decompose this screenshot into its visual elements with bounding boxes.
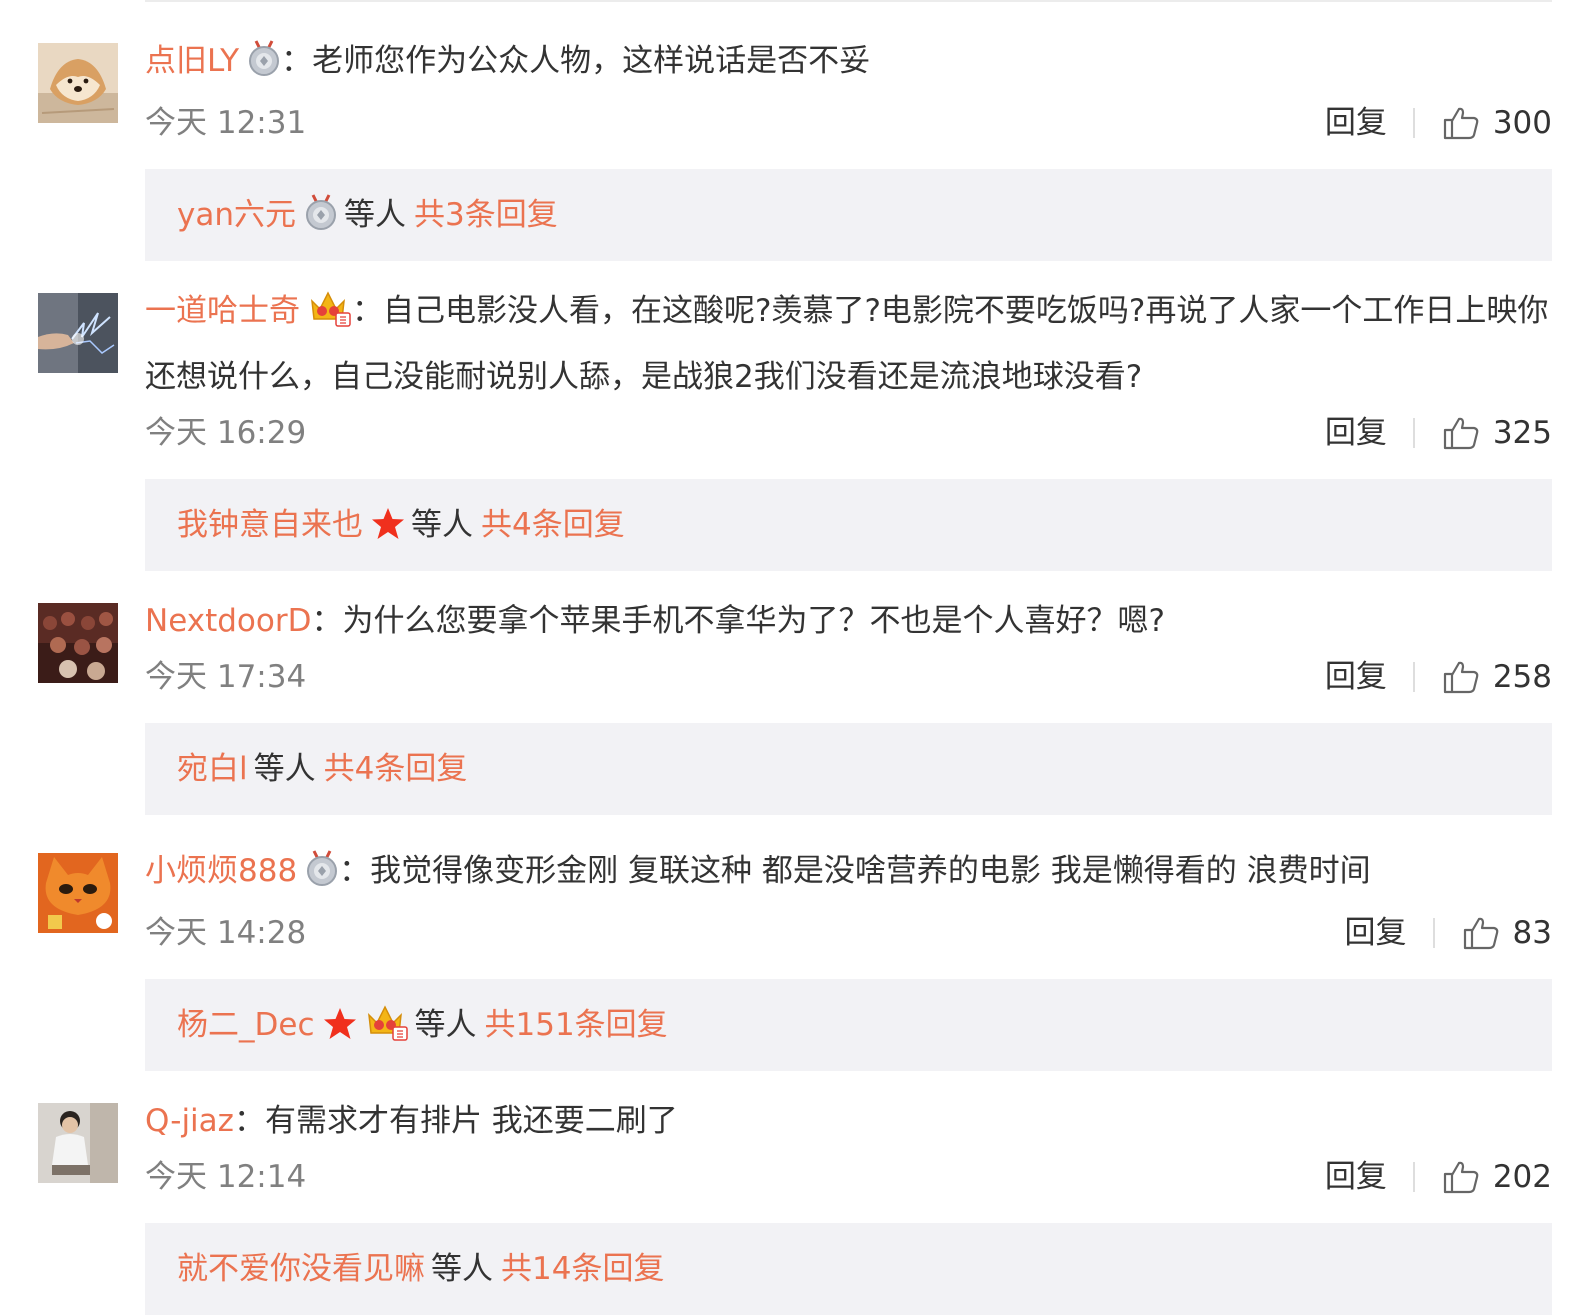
comment-time: 今天 12:31 xyxy=(145,105,307,141)
action-divider xyxy=(1412,662,1415,692)
comment-username[interactable]: NextdoorD xyxy=(145,603,311,639)
reply-count-link[interactable]: 共3条回复 xyxy=(414,197,558,233)
comment-time: 今天 12:14 xyxy=(145,1159,307,1195)
reply-user[interactable]: 宛白l xyxy=(177,751,248,787)
like-button[interactable]: 258 xyxy=(1443,649,1552,705)
reply-summary[interactable]: 宛白l 等人 共4条回复 xyxy=(145,723,1552,815)
like-count: 202 xyxy=(1492,1159,1552,1195)
like-button[interactable]: 325 xyxy=(1443,405,1552,461)
avatar[interactable] xyxy=(38,853,118,933)
thumbs-up-icon xyxy=(1443,1161,1479,1194)
comment-text: 有需求才有排片 我还要二刷了 xyxy=(264,1103,678,1139)
thumbs-up-icon xyxy=(1463,917,1498,950)
reply-button[interactable]: 回复 xyxy=(1325,649,1387,705)
reply-user[interactable]: 杨二_Dec xyxy=(177,1007,315,1043)
avatar[interactable] xyxy=(38,603,118,683)
reply-summary[interactable]: yan六元 等人 共3条回复 xyxy=(145,169,1552,261)
reply-etc-label: 等人 xyxy=(411,507,473,543)
medal-icon[interactable] xyxy=(304,175,338,267)
action-divider xyxy=(1412,108,1415,138)
avatar[interactable] xyxy=(38,1103,118,1183)
comment-time: 今天 16:29 xyxy=(145,415,307,451)
comment-username[interactable]: 一道哈士奇 xyxy=(145,293,300,329)
crown-icon[interactable] xyxy=(365,985,409,1077)
star-icon[interactable] xyxy=(371,485,405,577)
reply-summary[interactable]: 就不爱你没看见嘛 等人 共14条回复 xyxy=(145,1223,1552,1315)
comment-text: 我觉得像变形金刚 复联这种 都是没啥营养的电影 我是懒得看的 浪费时间 xyxy=(370,853,1371,889)
action-divider xyxy=(1412,1162,1415,1192)
reply-etc-label: 等人 xyxy=(431,1251,493,1287)
reply-user[interactable]: yan六元 xyxy=(177,197,296,233)
like-button[interactable]: 202 xyxy=(1443,1149,1552,1205)
comment-text: 老师您作为公众人物，这样说话是否不妥 xyxy=(312,43,871,79)
comment-text: 为什么您要拿个苹果手机不拿华为了？不也是个人喜好？嗯? xyxy=(342,603,1165,639)
crown-icon[interactable] xyxy=(308,287,352,347)
avatar[interactable] xyxy=(38,43,118,123)
comment-username[interactable]: Q-jiaz xyxy=(145,1103,234,1139)
avatar[interactable] xyxy=(38,293,118,373)
reply-etc-label: 等人 xyxy=(414,1007,477,1043)
action-divider xyxy=(1412,418,1415,448)
reply-button[interactable]: 回复 xyxy=(1345,905,1407,961)
thumbs-up-icon xyxy=(1443,417,1479,450)
like-count: 258 xyxy=(1492,659,1552,695)
top-divider xyxy=(145,0,1552,2)
medal-icon[interactable] xyxy=(305,847,339,907)
like-count: 83 xyxy=(1512,915,1552,951)
reply-summary[interactable]: 我钟意自来也 等人 共4条回复 xyxy=(145,479,1552,571)
action-divider xyxy=(1432,918,1435,948)
like-count: 325 xyxy=(1492,415,1552,451)
reply-summary[interactable]: 杨二_Dec 等人 共151条回复 xyxy=(145,979,1552,1071)
reply-user[interactable]: 就不爱你没看见嘛 xyxy=(177,1251,425,1287)
reply-count-link[interactable]: 共151条回复 xyxy=(485,1007,668,1043)
reply-etc-label: 等人 xyxy=(344,197,406,233)
reply-button[interactable]: 回复 xyxy=(1325,1149,1387,1205)
thumbs-up-icon xyxy=(1443,661,1479,694)
like-count: 300 xyxy=(1492,105,1552,141)
comment-time: 今天 14:28 xyxy=(145,915,307,951)
reply-count-link[interactable]: 共14条回复 xyxy=(501,1251,664,1287)
thumbs-up-icon xyxy=(1443,107,1479,140)
reply-count-link[interactable]: 共4条回复 xyxy=(324,751,468,787)
like-button[interactable]: 300 xyxy=(1443,95,1552,151)
star-icon[interactable] xyxy=(323,985,357,1077)
reply-user[interactable]: 我钟意自来也 xyxy=(177,507,363,543)
comment-username[interactable]: 点旧LY xyxy=(145,43,239,79)
comment-time: 今天 17:34 xyxy=(145,659,307,695)
reply-count-link[interactable]: 共4条回复 xyxy=(481,507,625,543)
like-button[interactable]: 83 xyxy=(1463,905,1552,961)
reply-etc-label: 等人 xyxy=(253,751,316,787)
reply-button[interactable]: 回复 xyxy=(1325,95,1387,151)
reply-button[interactable]: 回复 xyxy=(1325,405,1387,461)
medal-icon[interactable] xyxy=(247,37,281,97)
comment-username[interactable]: 小烦烦888 xyxy=(145,853,297,889)
